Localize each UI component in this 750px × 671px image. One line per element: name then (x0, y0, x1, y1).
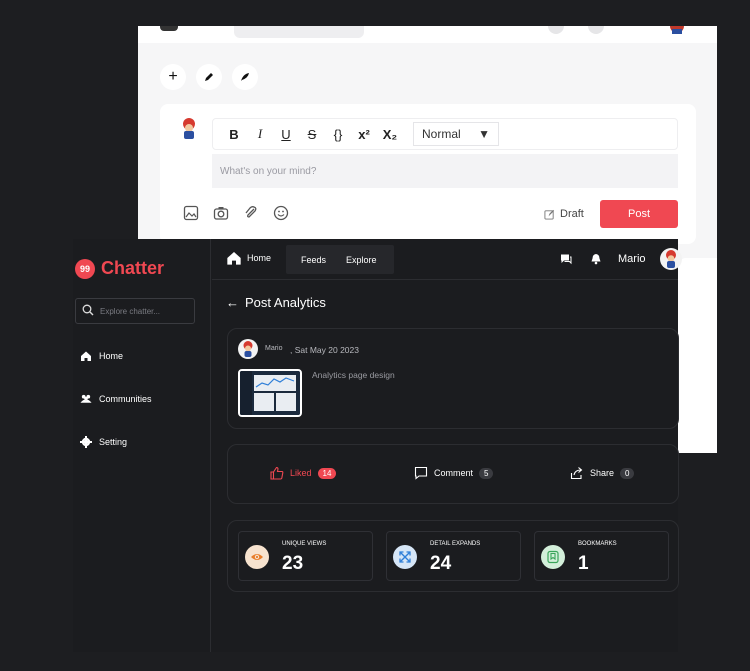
share-count: 0 (620, 467, 635, 479)
draft-label: Draft (560, 208, 584, 220)
avatar[interactable] (668, 26, 686, 34)
post-button[interactable]: Post (600, 200, 678, 228)
back-link[interactable]: ← Post Analytics (226, 295, 326, 310)
arrow-left-icon: ← (226, 295, 239, 310)
post-input[interactable]: What's on your mind? (212, 154, 678, 188)
emoji-icon[interactable] (272, 204, 290, 222)
comment-button[interactable]: Comment 5 (414, 466, 494, 480)
tab-feeds[interactable]: Feeds (301, 255, 326, 265)
post-date: , Sat May 20 2023 (290, 345, 359, 355)
plus-icon[interactable]: + (160, 64, 186, 90)
thumbnail-image (240, 371, 300, 415)
topbar-home[interactable]: Home (226, 250, 271, 266)
metric-bookmarks: BOOKMARKS 1 (534, 531, 669, 581)
search-placeholder: Explore chatter... (100, 306, 161, 316)
metric-label: UNIQUE VIEWS (282, 541, 327, 547)
subscript-button[interactable]: X₂ (379, 123, 401, 145)
draft-button[interactable]: Draft (544, 208, 584, 220)
image-icon[interactable] (182, 204, 200, 222)
topbar-right: Mario (558, 248, 682, 270)
search-icon (82, 304, 94, 319)
comment-count: 5 (479, 467, 494, 479)
post-thumbnail[interactable] (238, 369, 302, 417)
avatar[interactable] (659, 248, 682, 270)
top-tabs-pill (234, 26, 364, 38)
home-icon (227, 252, 241, 265)
eye-icon (245, 545, 269, 569)
users-icon (80, 393, 92, 405)
post-caption: Analytics page design (312, 370, 395, 380)
share-label: Share (590, 468, 615, 478)
camera-icon[interactable] (212, 204, 230, 222)
bell-icon[interactable] (588, 26, 604, 34)
side-card (678, 258, 717, 453)
attachment-icons (182, 204, 290, 222)
logo-icon: 99 (75, 258, 95, 279)
message-icon[interactable] (558, 251, 574, 267)
message-icon[interactable] (548, 26, 564, 34)
sidebar-item-home[interactable]: Home (80, 350, 123, 362)
rich-text-toolbar: B I U S {} x² X₂ Normal ▼ (212, 118, 678, 150)
caret-down-icon: ▼ (478, 127, 490, 141)
chatter-app-window: 99 Chatter Explore chatter... Home Commu… (73, 239, 682, 652)
editor-top-strip (138, 26, 717, 43)
feather-icon[interactable] (232, 64, 258, 90)
menu-icon[interactable] (160, 26, 178, 31)
paperclip-icon[interactable] (242, 204, 260, 222)
underline-button[interactable]: U (275, 123, 297, 145)
format-select[interactable]: Normal ▼ (413, 122, 499, 146)
post-author: Mario (265, 345, 283, 352)
tab-explore[interactable]: Explore (346, 255, 377, 265)
bold-button[interactable]: B (223, 123, 245, 145)
edit-icon (544, 209, 555, 220)
metric-value: 1 (578, 553, 589, 574)
comment-icon (414, 466, 428, 480)
username[interactable]: Mario (618, 253, 646, 265)
avatar (179, 118, 195, 139)
metric-label: BOOKMARKS (578, 541, 617, 547)
metric-value: 24 (430, 553, 452, 574)
sidebar-item-setting[interactable]: Setting (80, 436, 127, 448)
sidebar-item-label: Communities (99, 394, 152, 404)
search-input[interactable]: Explore chatter... (75, 298, 195, 324)
pencil-icon[interactable] (196, 64, 222, 90)
liked-count: 14 (317, 467, 337, 479)
sidebar-item-label: Home (99, 351, 124, 361)
bookmark-icon (541, 545, 565, 569)
liked-button[interactable]: Liked 14 (270, 466, 337, 480)
topbar-home-label: Home (247, 253, 272, 263)
sidebar-item-communities[interactable]: Communities (80, 393, 152, 405)
share-icon (570, 467, 583, 480)
home-icon (80, 350, 92, 362)
post-editor: B I U S {} x² X₂ Normal ▼ What's on your… (160, 104, 696, 244)
superscript-button[interactable]: x² (353, 123, 375, 145)
metric-unique-views: UNIQUE VIEWS 23 (238, 531, 373, 581)
strikethrough-button[interactable]: S (301, 123, 323, 145)
editor-tool-icons: + (160, 64, 258, 90)
sidebar-item-label: Setting (99, 437, 128, 447)
liked-label: Liked (290, 468, 312, 478)
expand-icon (393, 545, 417, 569)
metric-label: DETAIL EXPANDS (430, 541, 481, 547)
gear-icon (80, 436, 92, 448)
topbar-tabs: Feeds Explore (286, 245, 394, 274)
metric-detail-expands: DETAIL EXPANDS 24 (386, 531, 521, 581)
italic-button[interactable]: I (249, 123, 271, 145)
share-button[interactable]: Share 0 (570, 466, 635, 480)
avatar (238, 339, 258, 359)
logo[interactable]: 99 Chatter (75, 258, 164, 279)
logo-text: Chatter (101, 258, 165, 278)
reactions-card: Liked 14 Comment 5 Share 0 (227, 444, 679, 504)
code-button[interactable]: {} (327, 123, 349, 145)
comment-label: Comment (434, 468, 474, 478)
post-card[interactable]: Mario , Sat May 20 2023 Analytics page d… (227, 328, 679, 429)
sidebar: 99 Chatter Explore chatter... Home Commu… (73, 239, 211, 652)
top-bar: Home Feeds Explore Mario (212, 239, 682, 280)
metric-value: 23 (282, 553, 304, 574)
page-title: Post Analytics (245, 295, 326, 310)
bell-icon[interactable] (588, 251, 604, 267)
format-select-value: Normal (422, 127, 461, 141)
thumbs-up-icon (270, 466, 284, 480)
metrics-card: UNIQUE VIEWS 23 DETAIL EXPANDS 24 BOOKMA… (227, 520, 679, 592)
